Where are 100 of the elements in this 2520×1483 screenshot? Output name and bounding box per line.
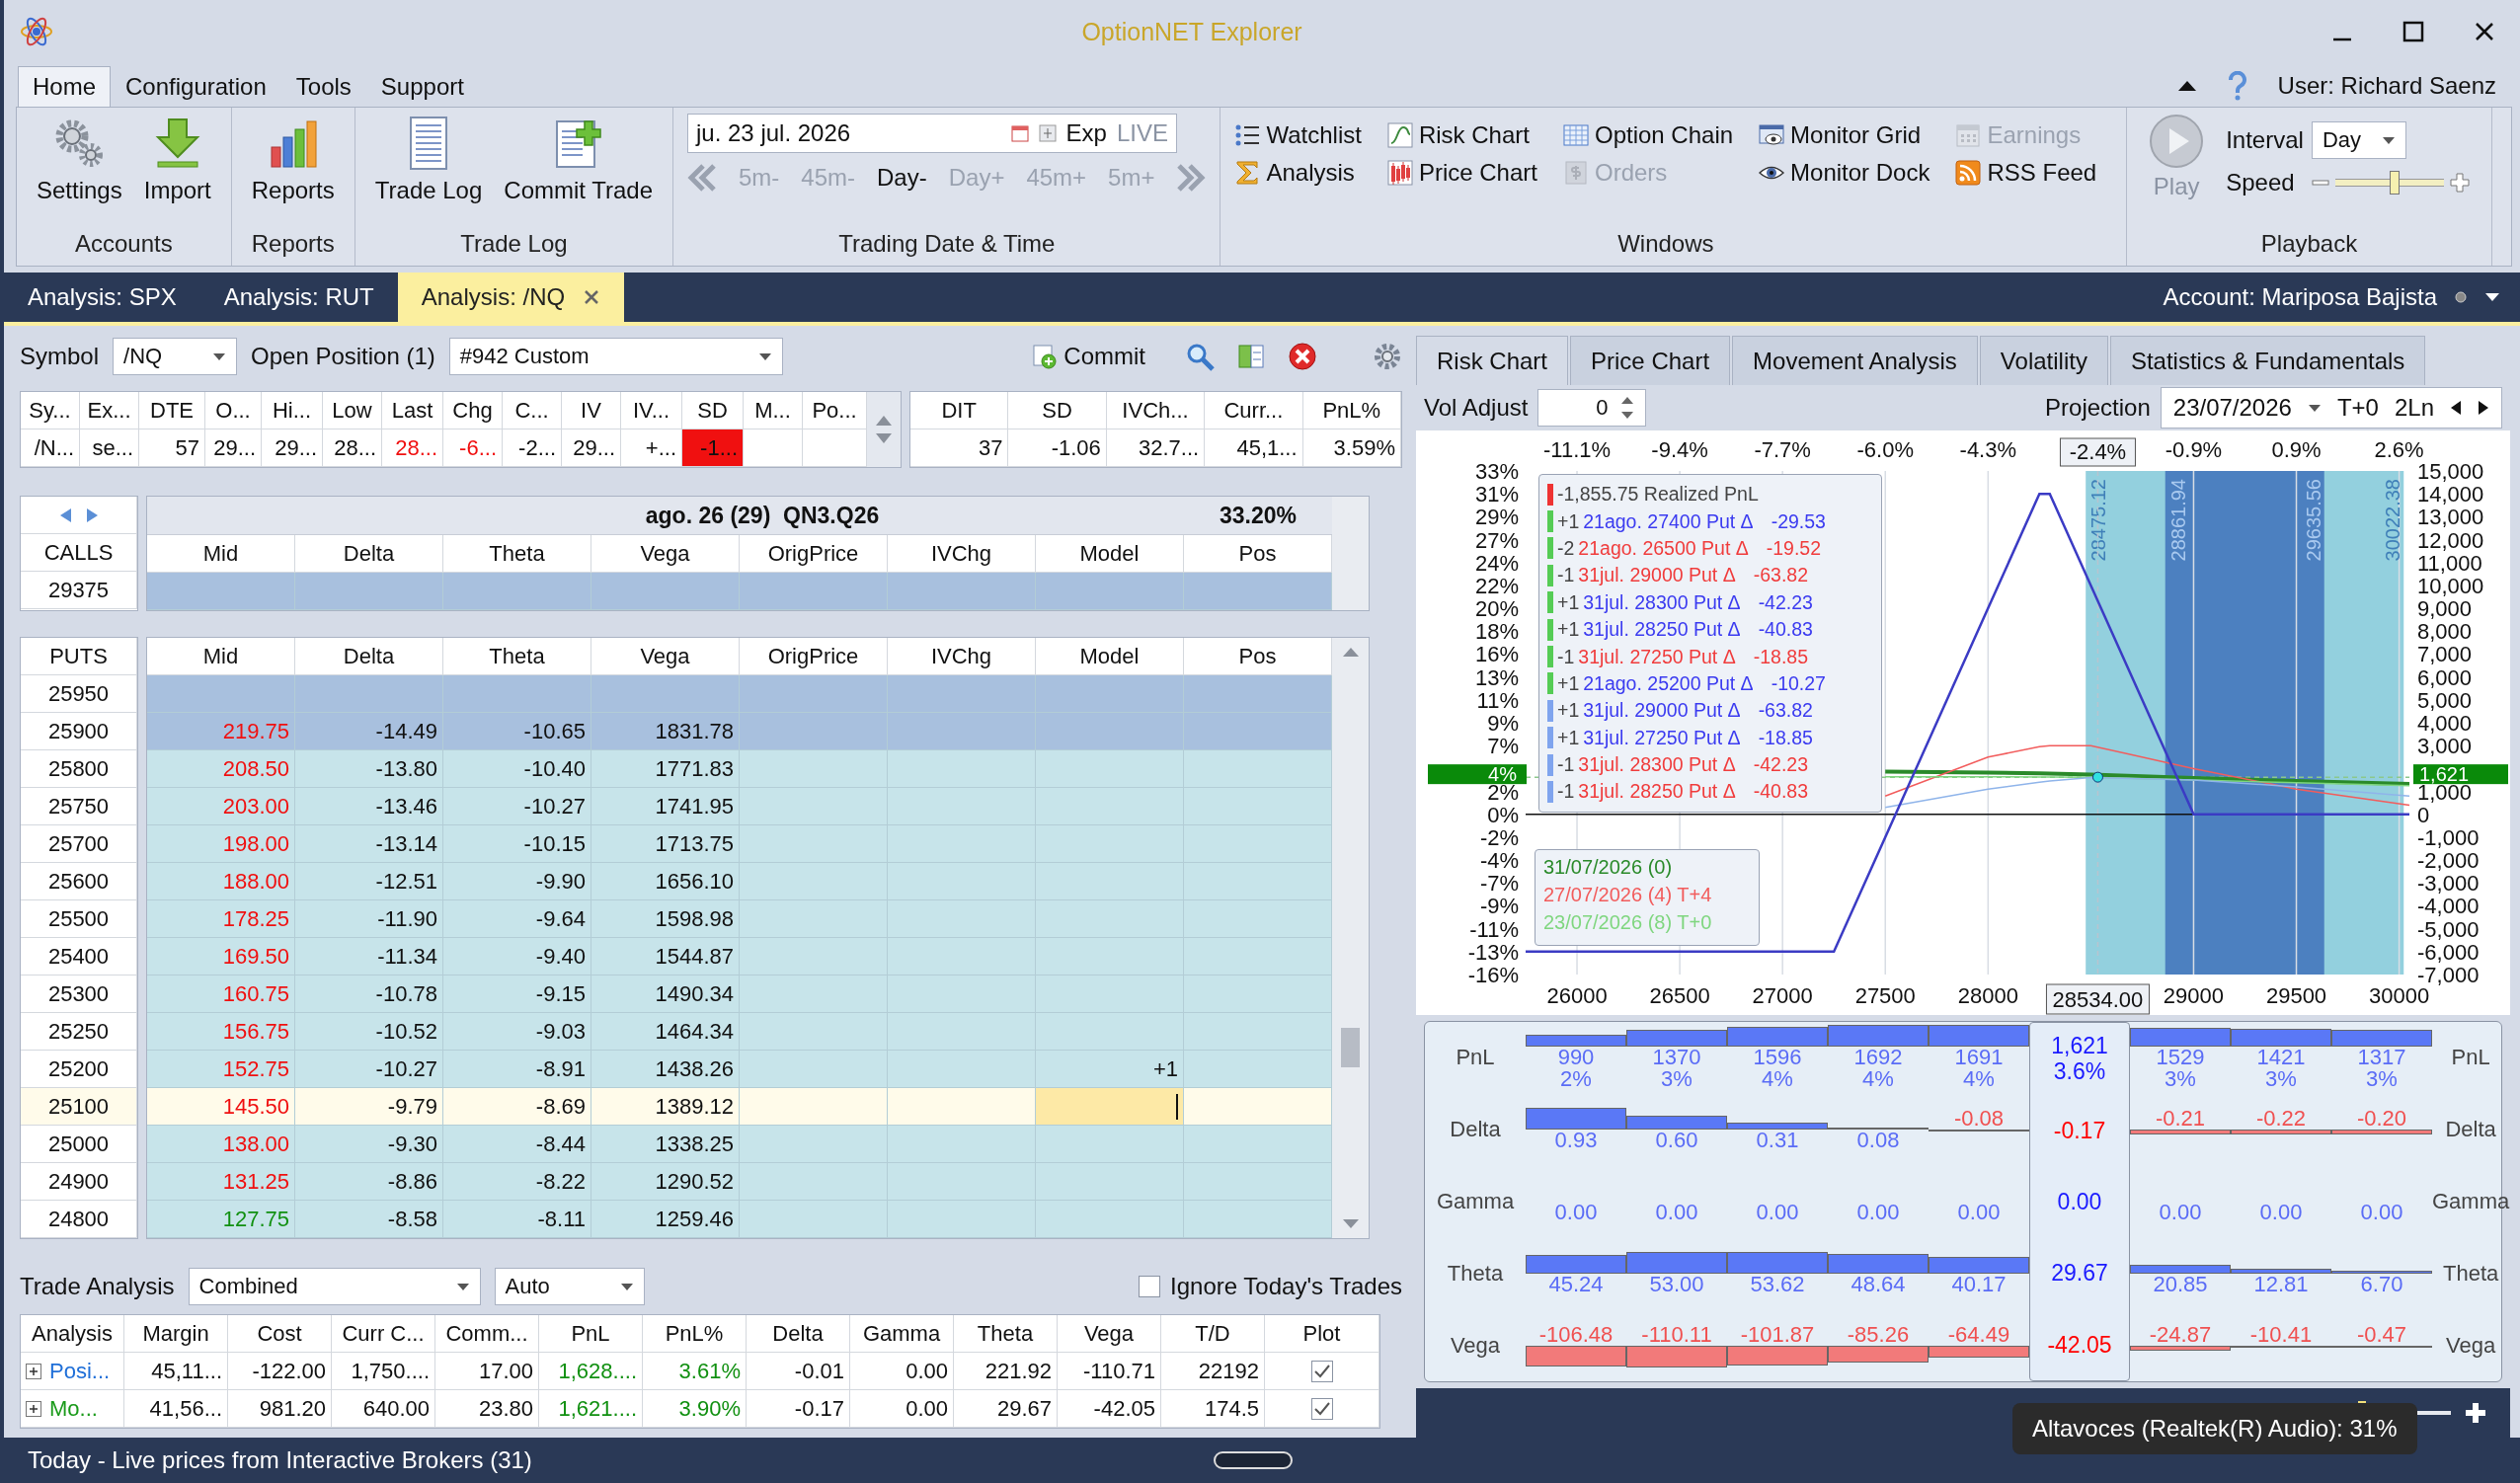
column-header[interactable]: Curr C... xyxy=(332,1315,435,1353)
column-header[interactable]: Vega xyxy=(591,638,740,675)
window-button[interactable]: RSS Feed xyxy=(1955,159,2097,187)
column-header[interactable]: PnL xyxy=(539,1315,643,1353)
checkbox[interactable] xyxy=(1310,1397,1333,1420)
column-header[interactable]: IV... xyxy=(621,392,682,429)
vol-adjust-field[interactable]: 0 xyxy=(1537,389,1647,427)
window-button[interactable]: Price Chart xyxy=(1386,159,1537,187)
right-arrow-icon[interactable] xyxy=(2478,400,2489,416)
ribbon-button[interactable]: Trade Log xyxy=(368,114,489,206)
tab[interactable]: Risk Chart xyxy=(1416,336,1569,385)
scroll-handle[interactable] xyxy=(1213,1451,1293,1469)
document-tab[interactable]: Analysis: /NQ xyxy=(397,273,625,322)
maximize-icon[interactable] xyxy=(2402,20,2425,43)
window-button[interactable]: Risk Chart xyxy=(1386,121,1537,149)
table-row[interactable]: 169.50 -11.34 -9.40 1544.87 xyxy=(147,938,1332,976)
column-header[interactable]: Ex... xyxy=(80,392,139,429)
column-header[interactable]: Plot xyxy=(1265,1315,1379,1353)
table-row[interactable]: 208.50 -13.80 -10.40 1771.83 xyxy=(147,750,1332,788)
column-header[interactable]: Theta xyxy=(954,1315,1058,1353)
column-header[interactable]: Model xyxy=(1036,638,1184,675)
double-left-arrow-icon[interactable] xyxy=(687,163,717,193)
window-button[interactable]: Option Chain xyxy=(1563,121,1734,149)
column-header[interactable]: SD xyxy=(682,392,744,429)
column-header[interactable]: PnL% xyxy=(1302,392,1401,429)
settings-icon[interactable] xyxy=(1373,342,1402,371)
commit-button[interactable]: Commit xyxy=(1032,343,1145,370)
menu-tab[interactable]: Support xyxy=(365,66,479,107)
table-row[interactable]: 127.75 -8.58 -8.11 1259.46 xyxy=(147,1201,1332,1238)
column-header[interactable]: C... xyxy=(503,392,562,429)
column-header[interactable]: Delta xyxy=(295,638,443,675)
column-header[interactable]: Mid xyxy=(147,638,295,675)
column-header[interactable]: Model xyxy=(1036,535,1184,573)
projection-field[interactable]: 23/07/2026 T+0 2Ln xyxy=(2160,387,2502,429)
menu-tab[interactable]: Home xyxy=(18,66,112,107)
column-header[interactable]: OrigPrice xyxy=(740,638,888,675)
columns-icon[interactable] xyxy=(1236,342,1266,371)
column-header[interactable]: T/D xyxy=(1161,1315,1265,1353)
close-icon[interactable] xyxy=(1288,342,1317,371)
column-header[interactable]: Theta xyxy=(443,638,591,675)
column-header[interactable]: Hi... xyxy=(262,392,323,429)
expand-icon[interactable] xyxy=(26,1363,41,1379)
column-header[interactable]: Last xyxy=(382,392,443,429)
column-header[interactable]: PnL% xyxy=(643,1315,747,1353)
column-header[interactable]: IVCh... xyxy=(1106,392,1206,429)
column-header[interactable]: Gamma xyxy=(850,1315,954,1353)
menu-tab[interactable]: Configuration xyxy=(111,66,281,107)
column-header[interactable]: Mid xyxy=(147,535,295,573)
interval-dropdown[interactable]: Day xyxy=(2311,121,2406,159)
tab[interactable]: Statistics & Fundamentals xyxy=(2109,336,2426,385)
left-arrow-icon[interactable] xyxy=(2450,400,2462,416)
table-row[interactable]: 178.25 -11.90 -9.64 1598.98 xyxy=(147,900,1332,938)
column-header[interactable]: Chg xyxy=(443,392,503,429)
menu-tab[interactable]: Tools xyxy=(280,66,366,107)
scroll-thumb[interactable] xyxy=(1341,1027,1360,1067)
ribbon-button[interactable]: Settings xyxy=(31,114,128,206)
column-header[interactable]: Comm... xyxy=(435,1315,539,1353)
ribbon-button[interactable]: Reports xyxy=(245,114,341,206)
column-header[interactable]: Theta xyxy=(443,535,591,573)
table-row[interactable]: 160.75 -10.78 -9.15 1490.34 xyxy=(147,976,1332,1013)
column-header[interactable]: O... xyxy=(205,392,262,429)
column-header[interactable]: SD xyxy=(1008,392,1107,429)
caret-icon[interactable] xyxy=(2484,292,2500,302)
search-icon[interactable] xyxy=(1185,342,1215,371)
position-dropdown[interactable]: #942 Custom xyxy=(448,338,783,375)
caret-up-icon[interactable] xyxy=(2176,80,2197,92)
window-button[interactable]: Monitor Dock xyxy=(1759,159,1930,187)
checkbox[interactable] xyxy=(1139,1276,1161,1297)
mode-dropdown[interactable]: Combined xyxy=(188,1268,481,1305)
model-cell[interactable] xyxy=(1036,1201,1184,1238)
table-row[interactable]: 188.00 -12.51 -9.90 1656.10 xyxy=(147,863,1332,900)
column-header[interactable]: Po... xyxy=(803,392,867,429)
column-header[interactable]: Vega xyxy=(591,535,740,573)
caret-icon[interactable] xyxy=(2307,403,2322,413)
column-header[interactable]: OrigPrice xyxy=(740,535,888,573)
calendar-icon[interactable] xyxy=(1010,124,1029,142)
column-header[interactable]: M... xyxy=(744,392,803,429)
column-header[interactable]: Cost xyxy=(228,1315,332,1353)
window-button[interactable]: Analysis xyxy=(1234,159,1362,187)
tab[interactable]: Price Chart xyxy=(1570,336,1731,385)
window-button[interactable]: Monitor Grid xyxy=(1759,121,1930,149)
table-row[interactable]: 156.75 -10.52 -9.03 1464.34 xyxy=(147,1013,1332,1051)
window-button[interactable]: Watchlist xyxy=(1234,121,1362,149)
ribbon-button[interactable]: Import xyxy=(137,114,217,206)
checkbox[interactable] xyxy=(1310,1360,1333,1382)
scroll-down-icon[interactable] xyxy=(1341,1218,1360,1230)
column-header[interactable]: Pos xyxy=(1184,535,1332,573)
column-header[interactable]: Analysis xyxy=(21,1315,124,1353)
model-cell[interactable] xyxy=(1036,573,1184,610)
table-row[interactable]: 198.00 -13.14 -10.15 1713.75 xyxy=(147,825,1332,863)
double-right-arrow-icon[interactable] xyxy=(1176,163,1207,193)
symbol-dropdown[interactable]: /NQ xyxy=(113,338,238,375)
scroll-up-icon[interactable] xyxy=(1341,646,1360,658)
analysis-name[interactable]: Mo... xyxy=(49,1395,98,1422)
model-cell[interactable] xyxy=(1036,1088,1184,1126)
column-header[interactable]: Low xyxy=(323,392,382,429)
expand-icon[interactable] xyxy=(26,1400,41,1417)
document-tab[interactable]: Analysis: SPX xyxy=(4,273,200,322)
table-row[interactable]: 219.75 -14.49 -10.65 1831.78 xyxy=(147,713,1332,750)
table-row[interactable]: 152.75 -10.27 -8.91 1438.26 +1 xyxy=(147,1051,1332,1088)
